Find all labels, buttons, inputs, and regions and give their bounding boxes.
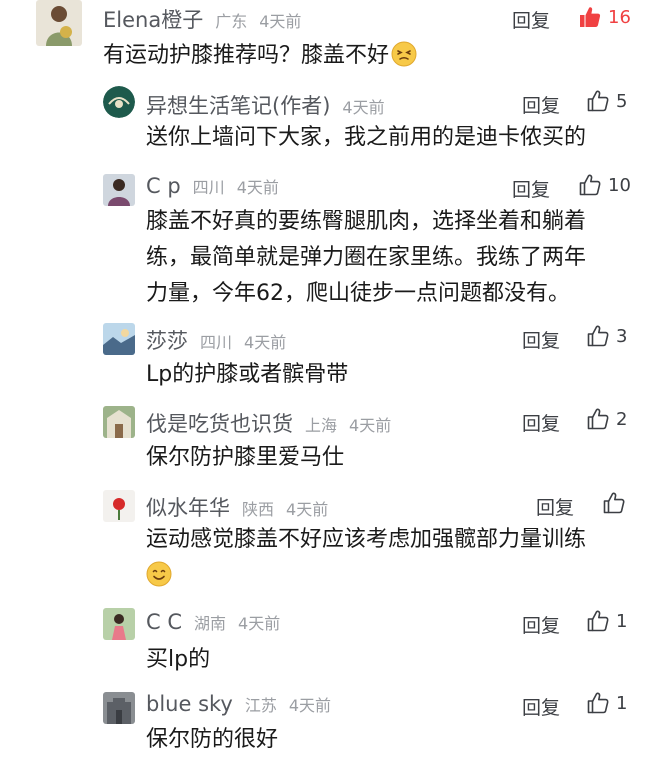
comment-text: 有运动护膝推荐吗？膝盖不好 bbox=[103, 38, 417, 74]
thumbs-up-icon bbox=[578, 5, 602, 29]
reply-button[interactable]: 回复 bbox=[522, 326, 560, 353]
reply-item: 异想生活笔记(作者) 4天前 回复 5 送你上墙问下大家，我之前用的是迪卡侬买的 bbox=[0, 86, 660, 162]
location: 四川 bbox=[192, 178, 225, 197]
comment-text: 保尔防护膝里爱马仕 bbox=[146, 445, 345, 470]
thumbs-up-icon bbox=[586, 89, 610, 113]
reply-item: C p 四川 4天前 回复 10 膝盖不好真的要练臀腿肌肉，选择坐着和躺着 练，最简… bbox=[0, 170, 660, 310]
reply-button[interactable]: 回复 bbox=[512, 6, 550, 33]
comment-meta: 似水年华 陕西 4天前 bbox=[146, 492, 328, 522]
username[interactable]: 异想生活笔记(作者) bbox=[146, 94, 330, 118]
thumbs-up-icon bbox=[602, 491, 626, 515]
location: 广东 bbox=[215, 12, 248, 31]
comment-text: 膝盖不好真的要练臀腿肌肉，选择坐着和躺着 练，最简单就是弹力圈在家里练。我练了两… bbox=[146, 209, 587, 306]
timestamp: 4天前 bbox=[342, 98, 385, 117]
avatar[interactable] bbox=[103, 323, 135, 355]
like-count: 1 bbox=[616, 610, 628, 632]
comment-text: Lp的护膝或者髌骨带 bbox=[146, 362, 349, 387]
reply-item: 莎莎 四川 4天前 回复 3 Lp的护膝或者髌骨带 bbox=[0, 321, 660, 397]
thumbs-up-icon bbox=[586, 609, 610, 633]
reply-item: 伐是吃货也识货 上海 4天前 回复 2 保尔防护膝里爱马仕 bbox=[0, 404, 660, 480]
reply-button[interactable]: 回复 bbox=[522, 409, 560, 436]
timestamp: 4天前 bbox=[349, 416, 392, 435]
timestamp: 4天前 bbox=[259, 12, 302, 31]
reply-button[interactable]: 回复 bbox=[522, 693, 560, 720]
comment-text: 运动感觉膝盖不好应该考虑加强髋部力量训练 bbox=[146, 522, 586, 594]
location: 四川 bbox=[200, 333, 233, 352]
username[interactable]: C C bbox=[146, 610, 182, 634]
reply-button[interactable]: 回复 bbox=[522, 91, 560, 118]
avatar[interactable] bbox=[103, 490, 135, 522]
like-count: 5 bbox=[616, 90, 628, 112]
timestamp: 4天前 bbox=[288, 696, 332, 715]
reply-item: blue sky 江苏 4天前 回复 1 保尔防的很好 bbox=[0, 690, 660, 756]
like-count: 16 bbox=[608, 6, 631, 28]
like-button[interactable]: 1 bbox=[586, 691, 627, 715]
username[interactable]: 似水年华 bbox=[146, 496, 230, 520]
timestamp: 4天前 bbox=[236, 178, 279, 197]
like-button[interactable] bbox=[602, 491, 632, 515]
username[interactable]: blue sky bbox=[146, 692, 233, 716]
timestamp: 4天前 bbox=[286, 500, 329, 519]
comment-meta: 莎莎 四川 4天前 bbox=[146, 325, 286, 355]
like-button[interactable]: 2 bbox=[586, 407, 627, 431]
reply-item: 似水年华 陕西 4天前 回复 运动感觉膝盖不好应该考虑加强髋部力量训练 bbox=[0, 488, 660, 600]
avatar[interactable] bbox=[103, 86, 135, 118]
comment-meta: Elena橙子 广东 4天前 bbox=[103, 4, 301, 34]
avatar[interactable] bbox=[103, 174, 135, 206]
comment-meta: 异想生活笔记(作者) 4天前 bbox=[146, 90, 385, 120]
like-button[interactable]: 5 bbox=[586, 89, 627, 113]
username[interactable]: Elena橙子 bbox=[103, 8, 203, 32]
location: 湖南 bbox=[194, 614, 227, 633]
grimace-face-icon bbox=[391, 41, 417, 67]
comment-text: 送你上墙问下大家，我之前用的是迪卡侬买的 bbox=[146, 125, 587, 150]
like-count: 2 bbox=[616, 408, 628, 430]
thumbs-up-icon bbox=[586, 691, 610, 715]
username[interactable]: 伐是吃货也识货 bbox=[146, 412, 293, 436]
avatar[interactable] bbox=[103, 406, 135, 438]
smile-face-icon bbox=[146, 561, 172, 587]
avatar[interactable] bbox=[103, 608, 135, 640]
username[interactable]: 莎莎 bbox=[146, 329, 188, 353]
comment-meta: blue sky 江苏 4天前 bbox=[146, 692, 331, 716]
avatar[interactable] bbox=[103, 692, 135, 724]
location: 上海 bbox=[305, 416, 338, 435]
comment-meta: C C 湖南 4天前 bbox=[146, 610, 280, 634]
comment-item: Elena橙子 广东 4天前 回复 16 有运动护膝推荐吗？膝盖不好 bbox=[0, 0, 660, 80]
reply-button[interactable]: 回复 bbox=[522, 611, 560, 638]
username[interactable]: C p bbox=[146, 174, 181, 198]
reply-button[interactable]: 回复 bbox=[536, 493, 574, 520]
thumbs-up-icon bbox=[586, 324, 610, 348]
like-button[interactable]: 10 bbox=[578, 173, 631, 197]
like-button[interactable]: 3 bbox=[586, 324, 627, 348]
like-count: 10 bbox=[608, 174, 631, 196]
timestamp: 4天前 bbox=[238, 614, 281, 633]
location: 陕西 bbox=[242, 500, 275, 519]
comment-text: 买lp的 bbox=[146, 647, 211, 672]
thumbs-up-icon bbox=[578, 173, 602, 197]
like-button[interactable]: 1 bbox=[586, 609, 627, 633]
comment-meta: C p 四川 4天前 bbox=[146, 174, 279, 198]
comment-text: 保尔防的很好 bbox=[146, 727, 279, 752]
thumbs-up-icon bbox=[586, 407, 610, 431]
like-count: 3 bbox=[616, 325, 628, 347]
like-button[interactable]: 16 bbox=[578, 5, 631, 29]
comment-meta: 伐是吃货也识货 上海 4天前 bbox=[146, 408, 391, 438]
timestamp: 4天前 bbox=[244, 333, 287, 352]
location: 江苏 bbox=[244, 696, 277, 715]
reply-item: C C 湖南 4天前 回复 1 买lp的 bbox=[0, 606, 660, 682]
reply-button[interactable]: 回复 bbox=[512, 175, 550, 202]
like-count: 1 bbox=[616, 692, 628, 714]
avatar[interactable] bbox=[36, 0, 82, 46]
